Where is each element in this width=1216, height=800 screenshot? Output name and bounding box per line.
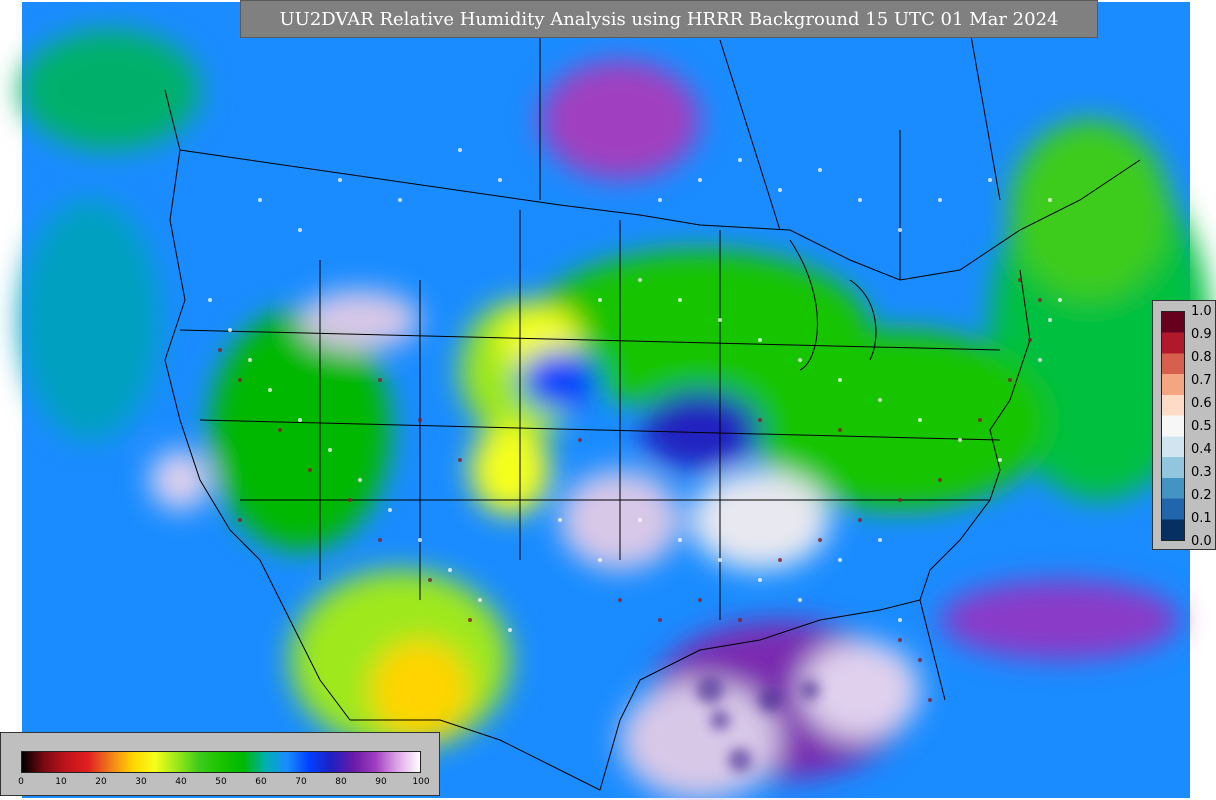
humidity-map <box>20 0 1210 800</box>
colorbar-tick-label: 70 <box>295 777 307 787</box>
station-scale-label: 0.8 <box>1191 350 1212 365</box>
colorbar-tick-label: 0 <box>18 777 24 787</box>
colorbar-tick-label: 80 <box>335 777 347 787</box>
colorbar-tick-label: 30 <box>135 777 147 787</box>
station-scale-label: 0.3 <box>1191 465 1212 480</box>
colorbar-tick-label: 20 <box>95 777 107 787</box>
station-scale-label: 1.0 <box>1191 304 1212 319</box>
colorbar-tick-label: 60 <box>255 777 267 787</box>
station-scale-label: 0.2 <box>1191 488 1212 503</box>
colorbar-tick-label: 10 <box>55 777 67 787</box>
station-scale-label: 0.9 <box>1191 327 1212 342</box>
colorbar-tick-label: 40 <box>175 777 187 787</box>
humidity-colorbar-gradient <box>21 751 421 773</box>
colorbar-tick-label: 90 <box>375 777 387 787</box>
colorbar-tick-label: 50 <box>215 777 227 787</box>
station-scale-legend: 1.0 0.9 0.8 0.7 0.6 0.5 0.4 0.3 0.2 0.1 0.0 <box>1152 300 1216 550</box>
station-scale-label: 0.5 <box>1191 419 1212 434</box>
station-scale-label: 0.7 <box>1191 373 1212 388</box>
title-box: UU2DVAR Relative Humidity Analysis using… <box>240 0 1098 38</box>
station-scale-label: 0.0 <box>1191 534 1212 549</box>
station-scale-label: 0.4 <box>1191 442 1212 457</box>
map-background <box>20 2 1210 800</box>
station-scale-bar <box>1161 311 1185 541</box>
colorbar-tick-label: 100 <box>412 777 430 787</box>
station-scale-label: 0.1 <box>1191 511 1212 526</box>
map-title: UU2DVAR Relative Humidity Analysis using… <box>279 8 1059 30</box>
humidity-colorbar: 0 10 20 30 40 50 60 70 80 90 100 <box>0 732 440 796</box>
station-scale-label: 0.6 <box>1191 396 1212 411</box>
